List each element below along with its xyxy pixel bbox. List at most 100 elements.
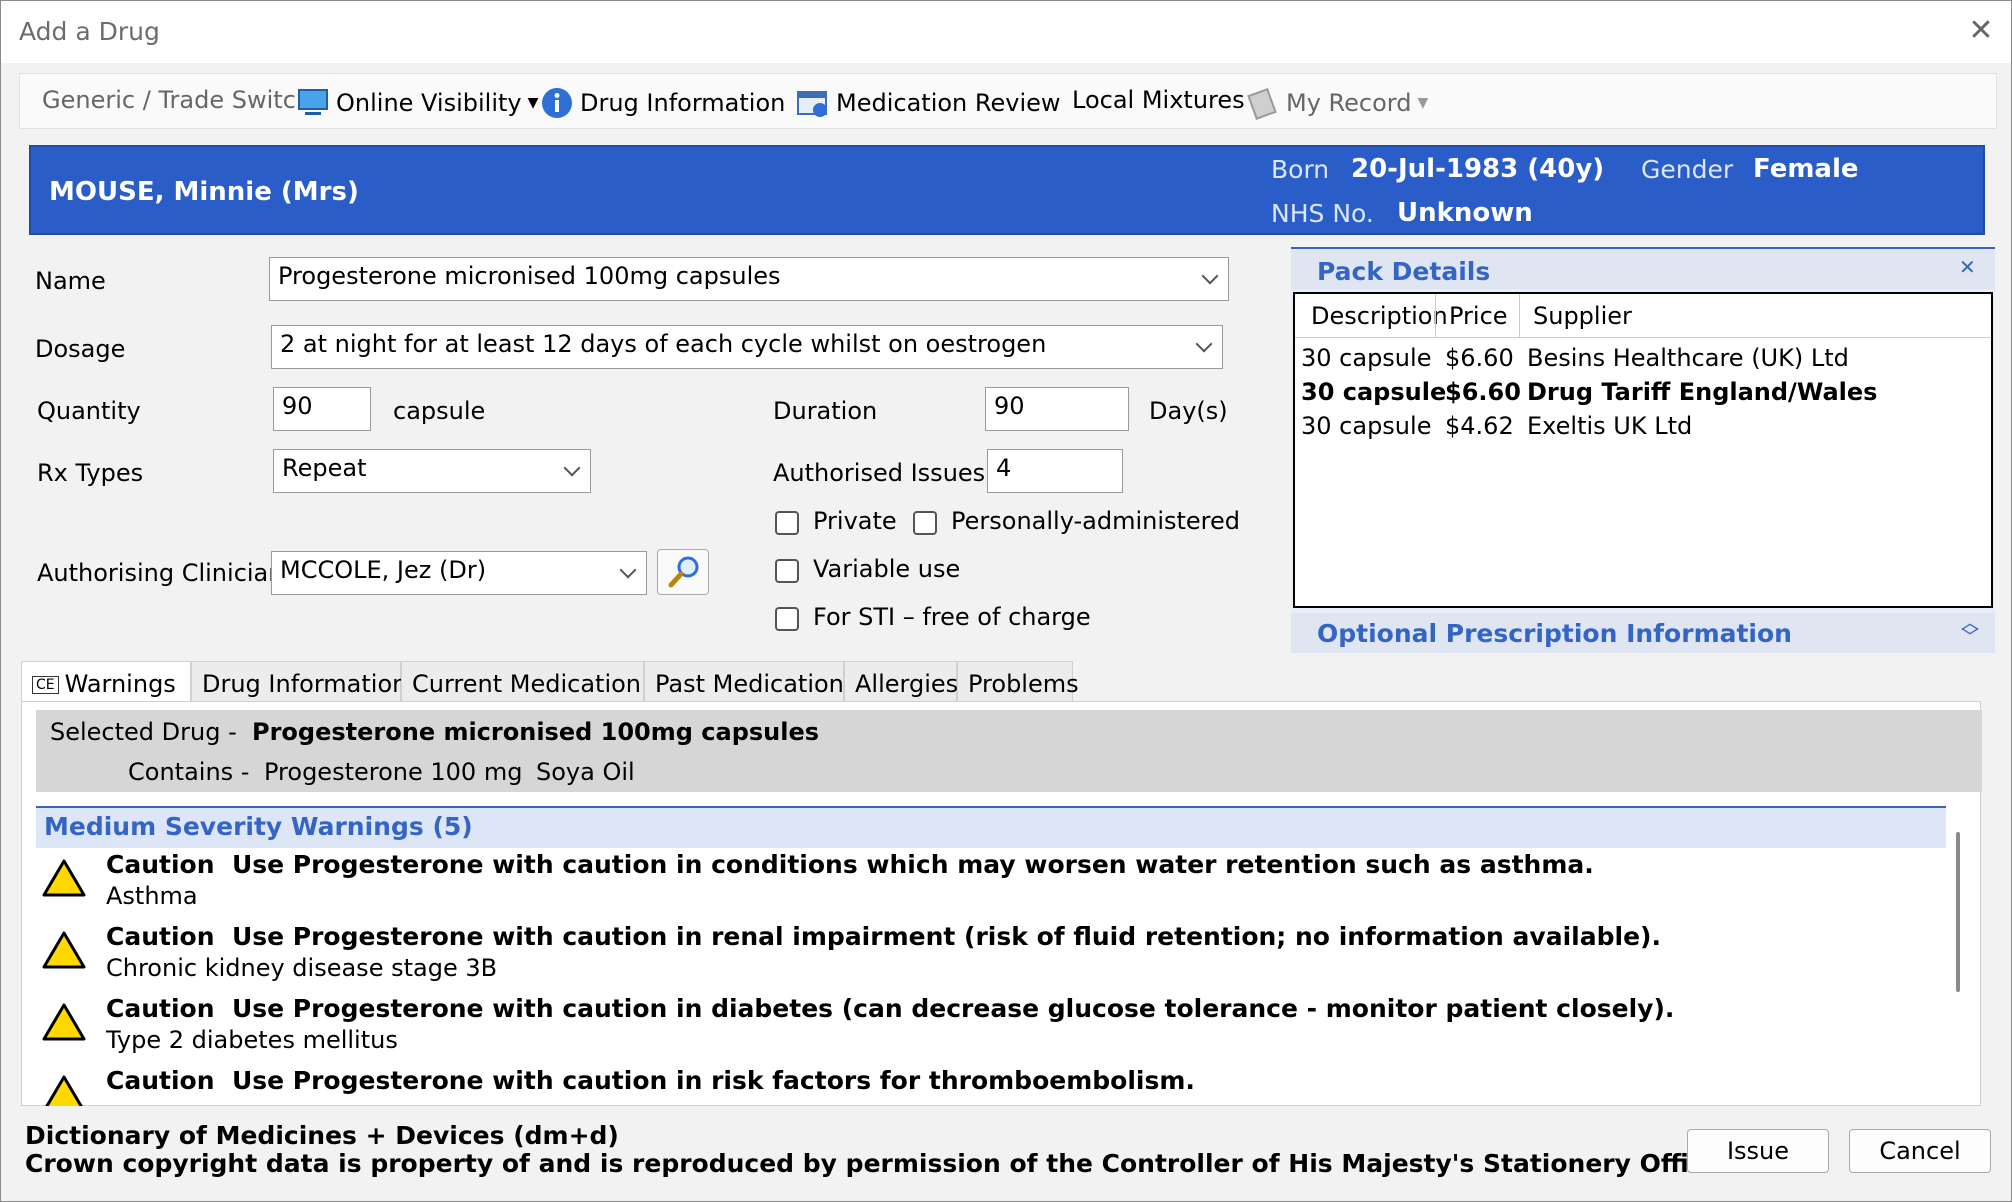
born-label: Born [1271,155,1330,184]
window-title: Add a Drug [19,17,160,46]
quantity-label: Quantity [37,397,141,425]
authorised-issues-label: Authorised Issues [773,459,986,487]
variable-use-checkbox[interactable] [775,559,799,583]
local-mixtures-label: Local Mixtures [1072,86,1245,114]
warning-condition: Type 2 diabetes mellitus [106,1026,398,1054]
authorised-issues-value: 4 [996,454,1012,482]
duration-value: 90 [994,392,1025,420]
calendar-review-icon [797,91,827,117]
personally-administered-label: Personally-administered [951,507,1241,535]
dmd-notice: Dictionary of Medicines + Devices (dm+d) [25,1121,619,1150]
quantity-input[interactable]: 90 [273,387,371,431]
warning-title: Caution Use Progesterone with caution in… [106,994,1675,1023]
authorising-clinician-combo[interactable]: MCCOLE, Jez (Dr) [271,551,647,595]
online-visibility-label: Online Visibility [336,89,522,117]
generic-trade-switch-label: Generic / Trade Switch [42,86,312,114]
pack-details-panel: Pack Details ✕ Description Price Supplie… [1291,247,1995,653]
warning-icon [42,931,86,969]
private-label: Private [813,507,897,535]
medication-review-button[interactable]: Medication Review [796,86,1061,120]
contains-ingredient: Progesterone 100 mg [264,758,523,786]
pack-details-header[interactable]: Pack Details ✕ [1291,247,1995,289]
pack-details-table: Description Price Supplier 30 capsule $6… [1293,292,1993,608]
duration-label: Duration [773,397,878,425]
monitor-icon [298,89,328,115]
dosage-combo[interactable]: 2 at night for at least 12 days of each … [271,325,1223,369]
pack-description: 30 capsule [1301,378,1447,406]
warnings-scrollbar[interactable] [1956,832,1960,992]
warning-title: Caution Use Progesterone with caution in… [106,850,1594,879]
table-row[interactable]: 30 capsule $4.62 Exeltis UK Ltd [1295,412,1991,446]
pack-description: 30 capsule [1301,412,1432,440]
expand-icon[interactable]: ︿ ﹀ [1961,615,1979,647]
table-header-row: Description Price Supplier [1295,294,1991,338]
search-icon [668,556,699,588]
pack-supplier: Exeltis UK Ltd [1527,412,1693,440]
authorising-clinician-label: Authorising Clinician [37,559,284,587]
warning-item[interactable]: Caution Use Progesterone with caution in… [42,850,1922,920]
gender-label: Gender [1641,155,1734,184]
column-header-supplier[interactable]: Supplier [1533,302,1632,330]
issue-button[interactable]: Issue [1687,1129,1829,1173]
column-header-price[interactable]: Price [1449,302,1508,330]
clinician-search-button[interactable] [657,549,709,595]
gender-value: Female [1753,154,1859,184]
drug-information-label: Drug Information [580,89,786,117]
local-mixtures-button[interactable]: Local Mixtures [1072,86,1245,114]
online-visibility-button[interactable]: Online Visibility ▼ [296,86,538,120]
born-value: 20-Jul-1983 (40y) [1351,154,1605,184]
tab-drug-information[interactable]: Drug Information [191,661,407,703]
bottom-tabs: CE Warnings Drug Information Current Medi… [21,661,1079,703]
chevron-down-icon: ▼ [1417,95,1429,111]
drug-name-combo[interactable]: Progesterone micronised 100mg capsules [269,257,1229,301]
rx-types-combo[interactable]: Repeat [273,449,591,493]
sti-free-checkbox[interactable] [775,607,799,631]
tab-label: Allergies [855,670,959,698]
column-header-description[interactable]: Description [1311,302,1448,330]
tab-problems[interactable]: Problems [957,661,1079,703]
tab-allergies[interactable]: Allergies [844,661,959,703]
private-checkbox[interactable] [775,511,799,535]
info-icon [542,88,572,118]
warning-icon [42,1003,86,1041]
tab-label: Warnings [64,670,176,698]
tab-label: Past Medication [655,670,844,698]
close-icon[interactable]: ✕ [1963,13,1999,49]
optional-prescription-header[interactable]: Optional Prescription Information ︿ ﹀ [1291,613,1995,653]
warning-item[interactable]: Caution Use Progesterone with caution in… [42,922,1922,992]
patient-name: MOUSE, Minnie (Mrs) [49,177,359,207]
selected-drug-box: Selected Drug - Progesterone micronised … [36,710,1982,792]
my-record-icon [1247,88,1277,120]
toolbar: Generic / Trade Switch Online Visibility… [19,73,1997,129]
tab-past-medication[interactable]: Past Medication [644,661,844,703]
nhs-label: NHS No. [1271,199,1374,228]
table-row[interactable]: 30 capsule $6.60 Drug Tariff England/Wal… [1295,378,1991,412]
drug-information-button[interactable]: Drug Information [540,86,785,120]
warnings-panel: Selected Drug - Progesterone micronised … [21,701,1982,1106]
generic-trade-switch-button[interactable]: Generic / Trade Switch [42,86,311,114]
contains-ingredient: Soya Oil [536,758,635,786]
pack-description: 30 capsule [1301,344,1432,372]
quantity-value: 90 [282,392,313,420]
table-row[interactable]: 30 capsule $6.60 Besins Healthcare (UK) … [1295,344,1991,378]
authorised-issues-input[interactable]: 4 [987,449,1123,493]
warning-item[interactable]: Caution Use Progesterone with caution in… [42,994,1922,1064]
drug-name-value: Progesterone micronised 100mg capsules [278,262,781,290]
pack-supplier: Besins Healthcare (UK) Ltd [1527,344,1849,372]
cancel-button[interactable]: Cancel [1849,1129,1991,1173]
sti-free-label: For STI – free of charge [813,603,1091,631]
my-record-button[interactable]: My Record ▼ [1246,86,1428,120]
collapse-icon[interactable]: ✕ [1959,255,1976,279]
duration-input[interactable]: 90 [985,387,1129,431]
my-record-label: My Record [1286,89,1412,117]
dosage-value: 2 at night for at least 12 days of each … [280,330,1047,358]
rx-types-value: Repeat [282,454,367,482]
warning-item[interactable]: Caution Use Progesterone with caution in… [42,1066,1922,1106]
selected-drug-label: Selected Drug - [50,718,237,746]
tab-warnings[interactable]: CE Warnings [21,661,191,703]
pack-supplier: Drug Tariff England/Wales [1527,378,1878,406]
tab-current-medication[interactable]: Current Medication [401,661,644,703]
personally-administered-checkbox[interactable] [913,511,937,535]
duration-unit: Day(s) [1149,397,1228,425]
medication-review-label: Medication Review [836,89,1061,117]
